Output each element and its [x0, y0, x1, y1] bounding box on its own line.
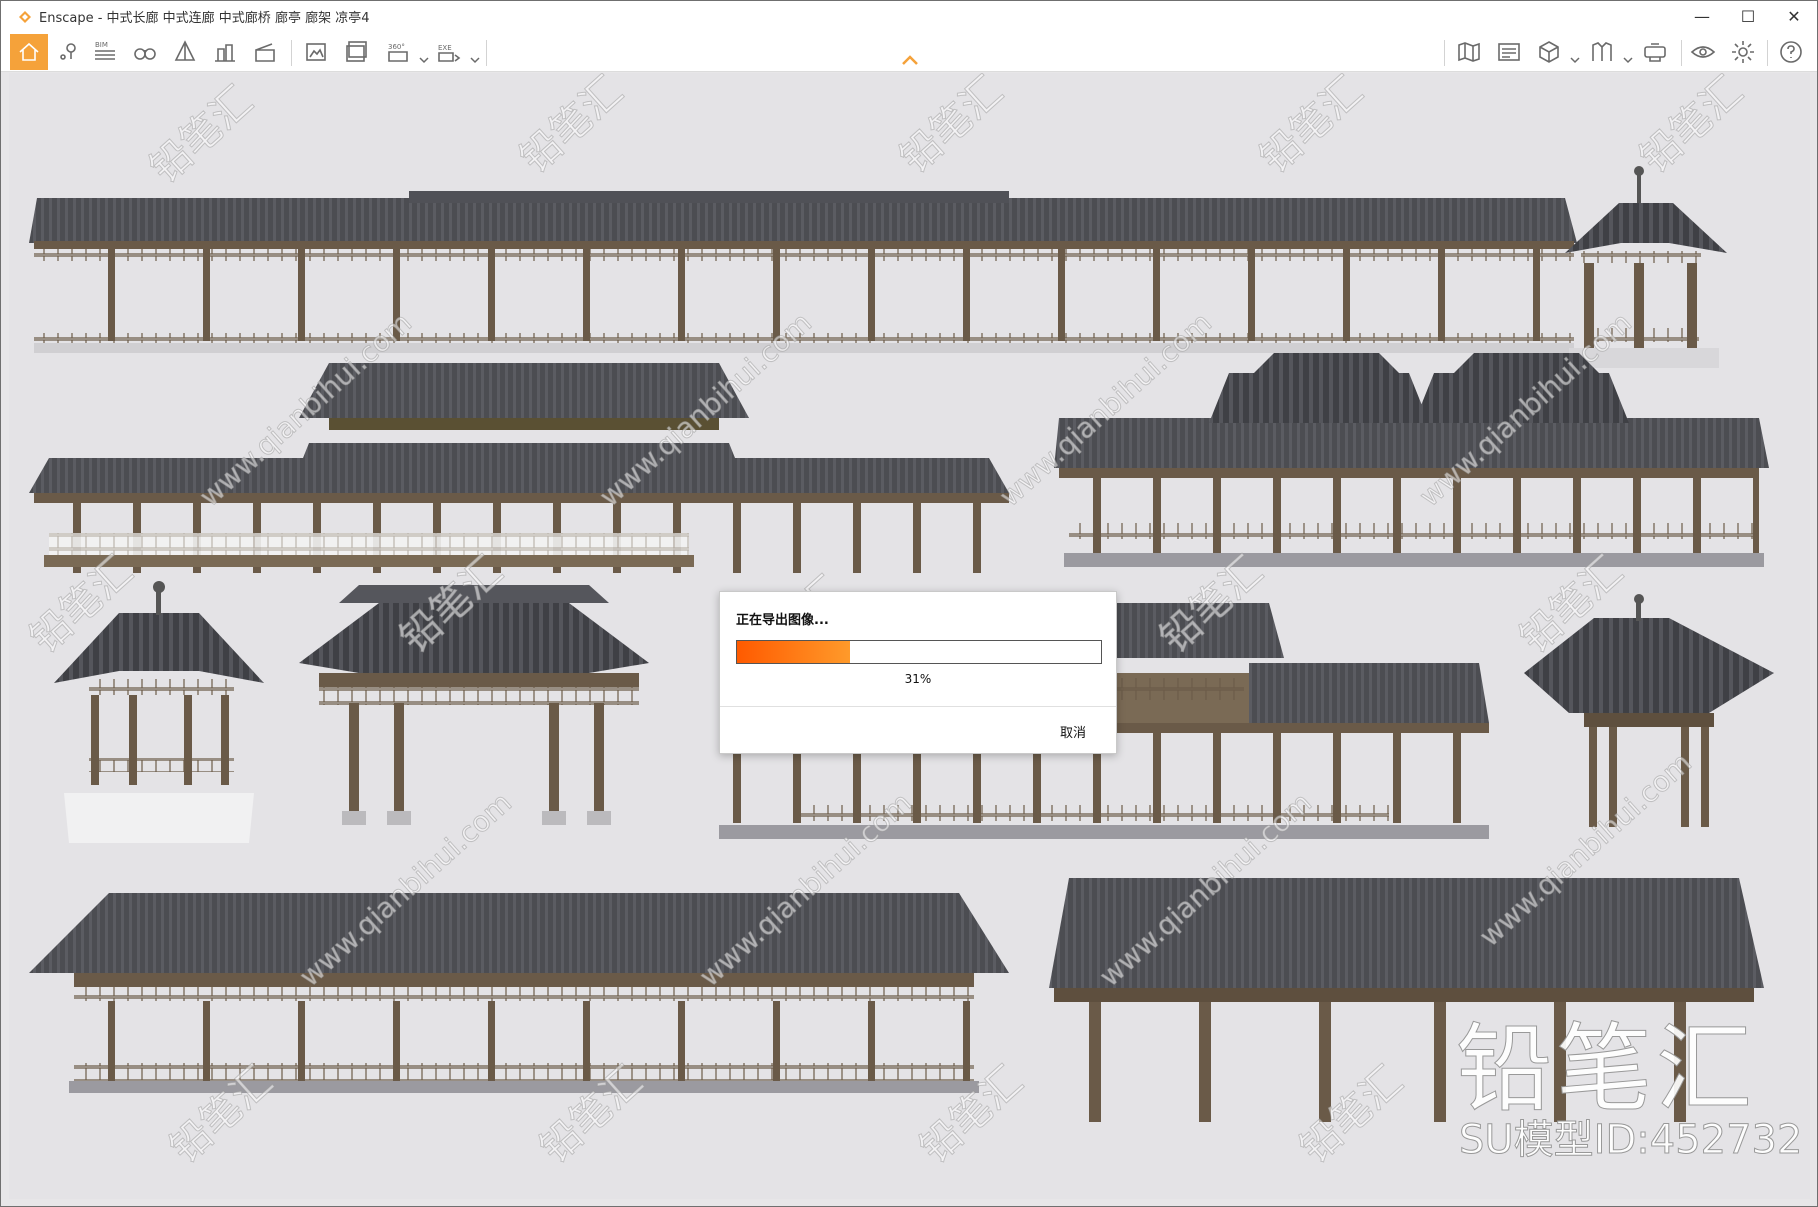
close-button[interactable]: ✕ — [1771, 1, 1817, 32]
chevron-down-icon — [470, 57, 480, 64]
section-icon — [1592, 42, 1612, 61]
map-button[interactable] — [1451, 35, 1487, 69]
gear-icon — [1732, 41, 1754, 63]
toolbar-separator — [291, 40, 292, 66]
settings-button[interactable] — [1725, 35, 1761, 69]
location-button[interactable] — [51, 35, 87, 69]
help-button[interactable] — [1773, 35, 1809, 69]
asset-library-button[interactable] — [1531, 35, 1567, 69]
vr-button[interactable] — [1637, 35, 1673, 69]
title-bar: Enscape - 中式长廊 中式连廊 中式廊桥 廊亭 廊架 凉亭4 — ☐ ✕ — [1, 1, 1817, 32]
toolbar: BIM 360° EXE — [1, 32, 1817, 72]
toolbar-separator — [1444, 40, 1445, 66]
gate-pavilion — [299, 585, 649, 825]
export-exe-icon: EXE — [438, 44, 461, 62]
dialog-title: 正在导出图像... — [736, 613, 829, 628]
map-icon — [1458, 42, 1480, 62]
bim-icon: BIM — [95, 41, 115, 60]
binoculars-button[interactable] — [127, 35, 163, 69]
model-id-watermark: SU模型ID:452732 — [1458, 1117, 1803, 1164]
export-image-icon — [306, 43, 326, 61]
svg-text:360°: 360° — [388, 43, 405, 51]
binoculars-icon — [134, 48, 156, 60]
panorama-button[interactable]: 360° — [381, 35, 417, 69]
chevron-down-icon — [419, 57, 429, 64]
eye-icon — [1690, 46, 1716, 58]
cancel-button[interactable]: 取消 — [1060, 722, 1086, 741]
progress-percent: 31% — [904, 672, 932, 686]
toolbar-separator — [486, 40, 487, 66]
batch-render-button[interactable] — [339, 35, 375, 69]
double-pavilion-corridor — [1054, 353, 1769, 567]
render-viewport[interactable]: 铅笔汇 铅笔汇 铅笔汇 铅笔汇 铅笔汇 铅笔汇 铅笔汇 铅笔汇 铅笔汇 铅笔汇 … — [9, 73, 1810, 1199]
bim-button[interactable]: BIM — [87, 35, 123, 69]
chevron-down-icon — [1623, 57, 1633, 64]
export-dropdown[interactable] — [470, 49, 480, 64]
dialog-divider — [720, 706, 1116, 707]
material-editor-icon — [1498, 43, 1520, 61]
buildings-button[interactable] — [207, 35, 243, 69]
collapse-toolbar-icon[interactable] — [901, 54, 919, 66]
cube-icon — [1539, 41, 1559, 63]
chevron-down-icon — [1570, 57, 1580, 64]
long-corridor-2 — [29, 893, 1009, 1093]
material-editor-button[interactable] — [1491, 35, 1527, 69]
export-exe-button[interactable]: EXE — [431, 35, 467, 69]
export-progress-bar — [736, 640, 1102, 664]
panorama-360-icon: 360° — [388, 43, 408, 62]
screenshot-button[interactable] — [299, 35, 335, 69]
asset-dropdown[interactable] — [1570, 49, 1580, 64]
window-title: Enscape - 中式长廊 中式连廊 中式廊桥 廊亭 廊架 凉亭4 — [39, 11, 370, 26]
minimize-button[interactable]: — — [1679, 1, 1725, 32]
window-controls: — ☐ ✕ — [1679, 1, 1817, 32]
export-progress-dialog: 正在导出图像... 31% 取消 — [719, 591, 1117, 754]
clapper-button[interactable] — [247, 35, 283, 69]
buildings-icon — [215, 44, 235, 62]
home-icon — [19, 42, 39, 61]
toolbar-separator — [1681, 40, 1682, 66]
home-button[interactable] — [10, 34, 48, 70]
svg-text:BIM: BIM — [95, 41, 108, 49]
panorama-dropdown[interactable] — [419, 49, 429, 64]
perspective-button[interactable] — [167, 35, 203, 69]
corridor-with-hall — [29, 363, 1009, 573]
sections-dropdown[interactable] — [1623, 49, 1633, 64]
clapperboard-icon — [255, 43, 275, 62]
maximize-button[interactable]: ☐ — [1725, 1, 1771, 32]
visual-settings-button[interactable] — [1685, 35, 1721, 69]
batch-render-icon — [346, 41, 367, 62]
enscape-window: Enscape - 中式长廊 中式连廊 中式廊桥 廊亭 廊架 凉亭4 — ☐ ✕… — [0, 0, 1818, 1207]
sections-button[interactable] — [1584, 35, 1620, 69]
progress-fill — [737, 641, 850, 663]
svg-text:EXE: EXE — [438, 44, 452, 52]
toolbar-separator — [1767, 40, 1768, 66]
help-icon — [1780, 41, 1802, 63]
enscape-logo-icon — [19, 10, 31, 23]
perspective-icon — [174, 40, 196, 61]
location-pin-icon — [60, 43, 76, 60]
vr-headset-icon — [1644, 43, 1666, 62]
